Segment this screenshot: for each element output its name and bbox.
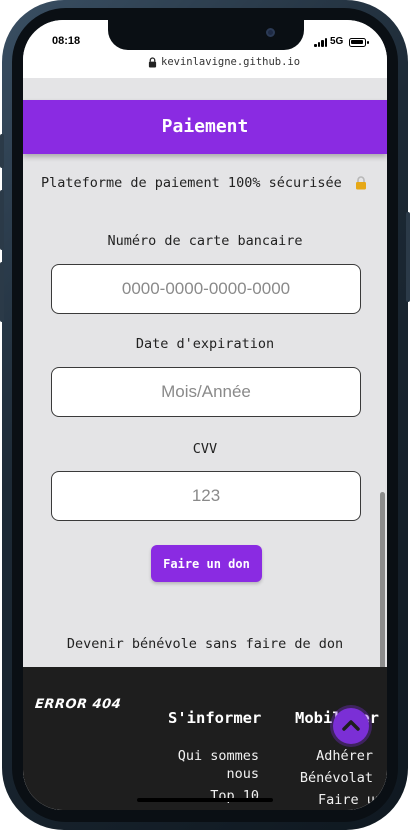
volunteer-link[interactable]: Devenir bénévole sans faire de don: [23, 636, 387, 652]
footer-link-top-10[interactable]: Top 10: [210, 787, 259, 805]
notch: [108, 20, 304, 50]
page-title: Paiement: [161, 116, 249, 137]
camera: [266, 28, 275, 37]
footer-link-qui-sommes[interactable]: Qui sommes: [178, 747, 259, 765]
status-time: 08:18: [52, 35, 81, 47]
footer-link-nous[interactable]: nous: [226, 765, 259, 783]
padlock-emoji-icon: [356, 176, 366, 190]
footer-link-adherer[interactable]: Adhérer: [316, 747, 373, 765]
page-content: Paiement Plateforme de paiement 100% séc…: [23, 78, 387, 810]
url-bar[interactable]: kevinlavigne.github.io: [23, 54, 387, 78]
network-label: 5G: [330, 36, 344, 47]
lock-icon: [148, 57, 157, 68]
back-to-top-button[interactable]: [333, 708, 369, 744]
header-bar: Paiement: [23, 100, 387, 154]
url-text[interactable]: kevinlavigne.github.io: [161, 56, 300, 68]
expiry-date-label: Date d'expiration: [135, 336, 275, 352]
volume-up-button: [0, 190, 4, 250]
expiry-date-input[interactable]: [51, 367, 361, 417]
footer-link-faire-un[interactable]: Faire un: [318, 791, 383, 809]
cvv-input[interactable]: [51, 471, 361, 521]
volume-down-button: [0, 262, 4, 322]
footer-logo[interactable]: ERROR 404: [34, 697, 122, 712]
footer-link-benevolat[interactable]: Bénévolat: [300, 769, 373, 787]
cvv-label: CVV: [192, 441, 218, 457]
home-indicator: [137, 798, 273, 802]
mute-switch: [0, 134, 4, 168]
card-number-label: Numéro de carte bancaire: [107, 233, 303, 249]
donate-button[interactable]: Faire un don: [151, 545, 262, 582]
battery-icon: [349, 38, 369, 47]
chevron-up-icon: [342, 720, 360, 731]
signal-icon: [314, 38, 328, 47]
power-button: [406, 212, 410, 302]
screen: 08:18 5G kevinlavigne.github.io Paiement…: [23, 20, 387, 810]
card-number-input[interactable]: [51, 264, 361, 314]
footer-heading-informer: S'informer: [168, 709, 262, 727]
secure-payment-text: Plateforme de paiement 100% sécurisée: [41, 175, 342, 191]
